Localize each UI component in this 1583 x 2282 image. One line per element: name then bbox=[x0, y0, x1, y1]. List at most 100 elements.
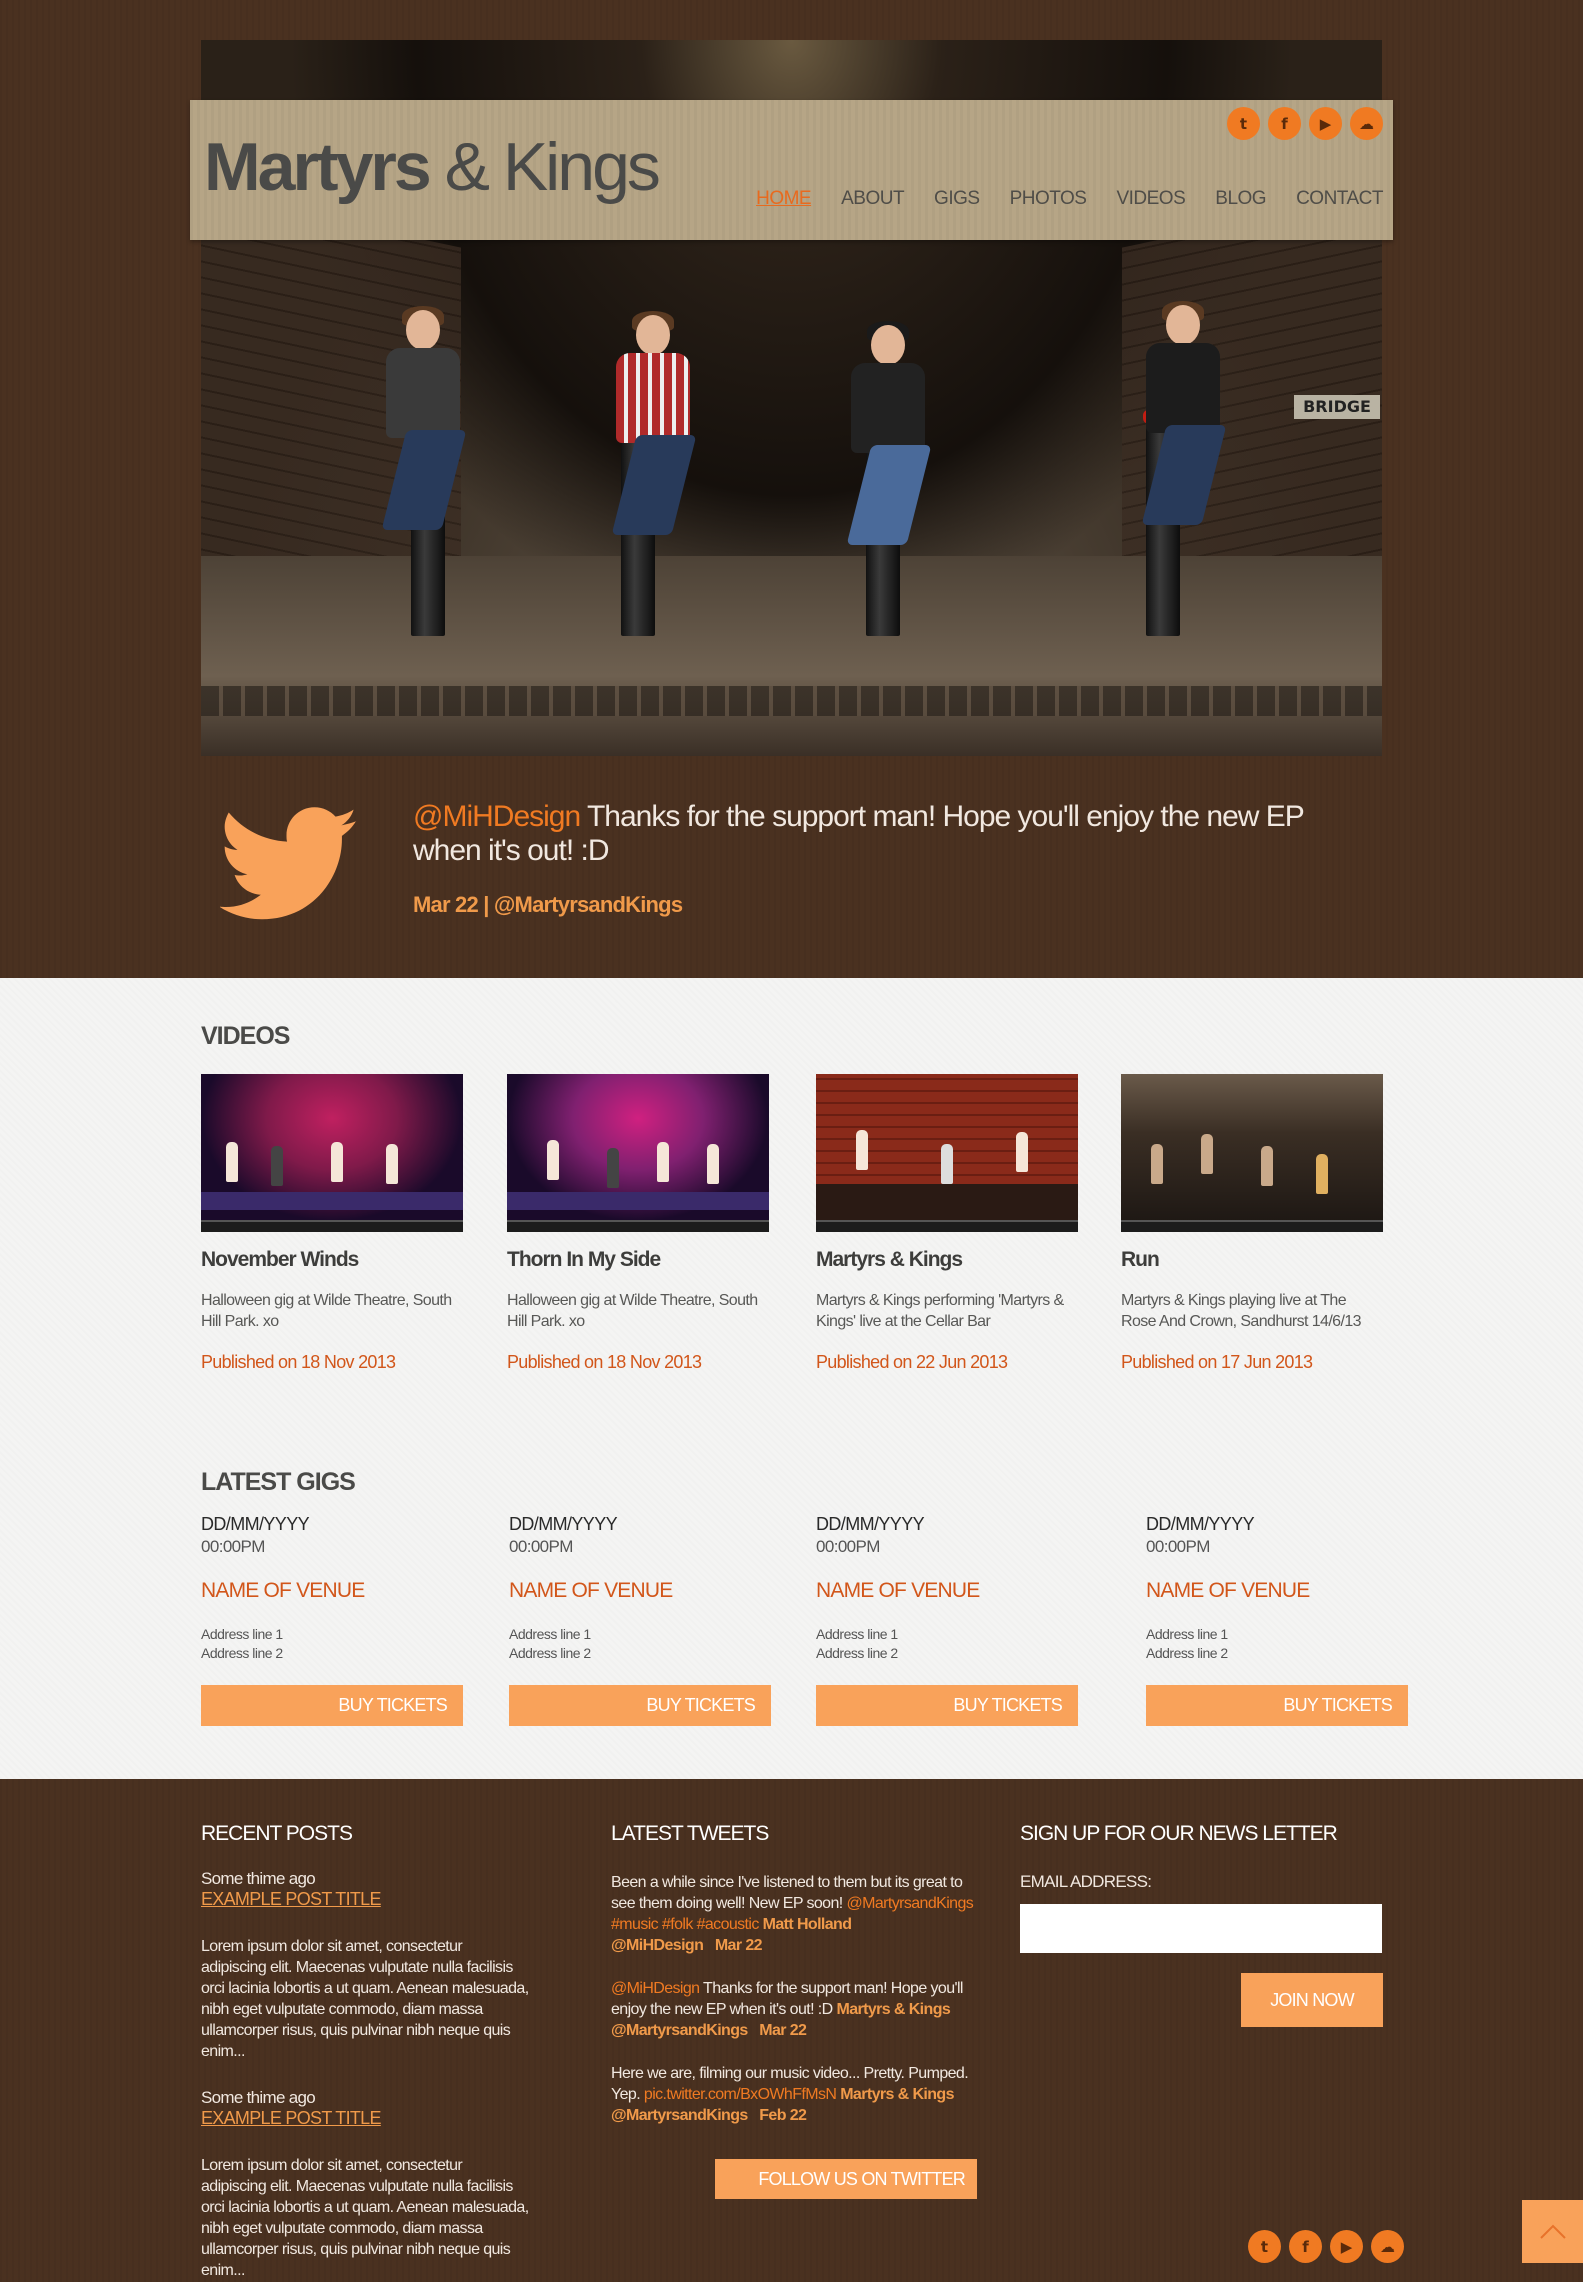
nav-about[interactable]: ABOUT bbox=[841, 188, 904, 210]
youtube-icon[interactable]: ▶ bbox=[1330, 2230, 1363, 2263]
gig-card: DD/MM/YYYY 00:00PM NAME OF VENUE Address… bbox=[201, 1514, 463, 1726]
soundcloud-icon[interactable]: ☁ bbox=[1371, 2230, 1404, 2263]
tweet-date[interactable]: Feb 22 bbox=[759, 2107, 807, 2124]
video-published-date: Published on 18 Nov 2013 bbox=[201, 1352, 396, 1372]
featured-tweet-text: @MiHDesign Thanks for the support man! H… bbox=[413, 800, 1373, 868]
gig-address-line-1: Address line 1 bbox=[1146, 1626, 1228, 1642]
gig-card: DD/MM/YYYY 00:00PM NAME OF VENUE Address… bbox=[1146, 1514, 1408, 1726]
facebook-icon[interactable]: f bbox=[1289, 2230, 1322, 2263]
gig-time: 00:00PM bbox=[509, 1537, 573, 1556]
gig-address-line-1: Address line 1 bbox=[816, 1626, 898, 1642]
nav-contact[interactable]: CONTACT bbox=[1296, 188, 1383, 210]
header-bar: Martyrs & Kings t f ▶ ☁ HOME ABOUT GIGS … bbox=[190, 100, 1393, 240]
video-card: November Winds Halloween gig at Wilde Th… bbox=[201, 1074, 463, 1373]
back-to-top-button[interactable] bbox=[1522, 2200, 1583, 2263]
featured-tweet-account[interactable]: @MartyrsandKings bbox=[494, 892, 683, 917]
gig-address-line-2: Address line 2 bbox=[1146, 1645, 1228, 1661]
featured-tweet-meta: Mar 22 | @MartyrsandKings bbox=[413, 892, 683, 918]
nav-gigs[interactable]: GIGS bbox=[934, 188, 980, 210]
band-member bbox=[841, 321, 932, 545]
gig-time: 00:00PM bbox=[201, 1537, 265, 1556]
tweet-item: Been a while since I've listened to them… bbox=[611, 1872, 981, 1956]
soundcloud-icon[interactable]: ☁ bbox=[1350, 107, 1383, 140]
gig-venue: NAME OF VENUE bbox=[509, 1579, 673, 1602]
gig-address: Address line 1 Address line 2 bbox=[201, 1625, 463, 1663]
post-excerpt: Lorem ipsum dolor sit amet, consectetur … bbox=[201, 1938, 529, 2060]
buy-tickets-button[interactable]: BUY TICKETS bbox=[1146, 1685, 1408, 1726]
band-member bbox=[376, 306, 467, 530]
featured-tweet-date: Mar 22 bbox=[413, 892, 479, 917]
video-thumbnail[interactable] bbox=[507, 1074, 769, 1232]
nav-home[interactable]: HOME bbox=[756, 188, 812, 210]
gig-address-line-2: Address line 2 bbox=[816, 1645, 898, 1661]
gig-address: Address line 1 Address line 2 bbox=[1146, 1625, 1408, 1663]
twitter-icon[interactable]: t bbox=[1227, 107, 1260, 140]
tweet-handle[interactable]: @MiHDesign bbox=[611, 1980, 700, 1997]
social-links-top: t f ▶ ☁ bbox=[1227, 107, 1383, 140]
join-now-button[interactable]: JOIN NOW bbox=[1241, 1973, 1383, 2027]
gig-address-line-2: Address line 2 bbox=[509, 1645, 591, 1661]
nav-blog[interactable]: BLOG bbox=[1215, 188, 1266, 210]
tweet-date[interactable]: Mar 22 bbox=[715, 1937, 763, 1954]
band-member bbox=[1136, 301, 1227, 525]
main-nav: HOME ABOUT GIGS PHOTOS VIDEOS BLOG CONTA… bbox=[756, 188, 1383, 210]
videos-section-title: VIDEOS bbox=[201, 1022, 290, 1050]
site-logo[interactable]: Martyrs & Kings bbox=[204, 128, 661, 206]
video-title[interactable]: Run bbox=[1121, 1248, 1383, 1272]
nav-photos[interactable]: PHOTOS bbox=[1010, 188, 1087, 210]
video-thumbnail[interactable] bbox=[201, 1074, 463, 1232]
video-description: Martyrs & Kings playing live at The Rose… bbox=[1121, 1292, 1362, 1330]
youtube-icon[interactable]: ▶ bbox=[1309, 107, 1342, 140]
tweet-link[interactable]: pic.twitter.com/BxOWhFfMsN bbox=[644, 2086, 837, 2103]
follow-twitter-button[interactable]: FOLLOW US ON TWITTER bbox=[715, 2159, 977, 2199]
gig-venue: NAME OF VENUE bbox=[1146, 1579, 1310, 1602]
gig-address: Address line 1 Address line 2 bbox=[509, 1625, 771, 1663]
video-title[interactable]: Thorn In My Side bbox=[507, 1248, 769, 1272]
gig-address-line-1: Address line 1 bbox=[509, 1626, 591, 1642]
post-time: Some thime ago bbox=[201, 2088, 316, 2107]
gig-venue: NAME OF VENUE bbox=[201, 1579, 365, 1602]
video-title[interactable]: November Winds bbox=[201, 1248, 463, 1272]
gig-date: DD/MM/YYYY bbox=[509, 1514, 618, 1534]
gig-date: DD/MM/YYYY bbox=[1146, 1514, 1255, 1534]
featured-tweet-separator: | bbox=[477, 892, 494, 917]
buy-tickets-button[interactable]: BUY TICKETS bbox=[201, 1685, 463, 1726]
chevron-up-icon bbox=[1539, 2224, 1566, 2239]
gig-time: 00:00PM bbox=[816, 1537, 880, 1556]
email-label: EMAIL ADDRESS: bbox=[1020, 1872, 1152, 1891]
logo-strong: Martyrs bbox=[204, 129, 432, 205]
tweet-date[interactable]: Mar 22 bbox=[759, 2022, 807, 2039]
facebook-icon[interactable]: f bbox=[1268, 107, 1301, 140]
top-section: BRIDGE Martyrs & Kings t f ▶ ☁ HOME ABOU… bbox=[0, 0, 1583, 978]
gig-date: DD/MM/YYYY bbox=[201, 1514, 310, 1534]
buy-tickets-button[interactable]: BUY TICKETS bbox=[816, 1685, 1078, 1726]
band-member bbox=[606, 311, 697, 535]
post-title-link[interactable]: EXAMPLE POST TITLE bbox=[201, 1889, 531, 1910]
tweet-item: Here we are, filming our music video... … bbox=[611, 2063, 981, 2126]
video-published-date: Published on 17 Jun 2013 bbox=[1121, 1352, 1313, 1372]
gig-card: DD/MM/YYYY 00:00PM NAME OF VENUE Address… bbox=[816, 1514, 1078, 1726]
twitter-icon[interactable]: t bbox=[1248, 2230, 1281, 2263]
video-card: Martyrs & Kings Martyrs & Kings performi… bbox=[816, 1074, 1078, 1373]
post-time: Some thime ago bbox=[201, 1869, 316, 1888]
video-card: Run Martyrs & Kings playing live at The … bbox=[1121, 1074, 1383, 1373]
tweet-item: @MiHDesign Thanks for the support man! H… bbox=[611, 1978, 981, 2041]
video-thumbnail[interactable] bbox=[816, 1074, 1078, 1232]
video-published-date: Published on 22 Jun 2013 bbox=[816, 1352, 1008, 1372]
footer: RECENT POSTS Some thime ago EXAMPLE POST… bbox=[0, 1779, 1583, 2282]
email-field[interactable] bbox=[1020, 1904, 1382, 1953]
post-title-link[interactable]: EXAMPLE POST TITLE bbox=[201, 2108, 531, 2129]
buy-tickets-button[interactable]: BUY TICKETS bbox=[509, 1685, 771, 1726]
featured-tweet-handle[interactable]: @MiHDesign bbox=[413, 800, 581, 833]
logo-light: & Kings bbox=[444, 129, 661, 205]
nav-videos[interactable]: VIDEOS bbox=[1116, 188, 1185, 210]
video-description: Martyrs & Kings performing 'Martyrs & Ki… bbox=[816, 1292, 1064, 1330]
middle-section: VIDEOS November Winds Halloween gig at W… bbox=[0, 978, 1583, 1779]
recent-posts-list: Some thime ago EXAMPLE POST TITLE Lorem … bbox=[201, 1869, 531, 2281]
video-description: Halloween gig at Wilde Theatre, South Hi… bbox=[201, 1292, 452, 1330]
video-title[interactable]: Martyrs & Kings bbox=[816, 1248, 1078, 1272]
latest-tweets-list: Been a while since I've listened to them… bbox=[611, 1872, 981, 2126]
gig-time: 00:00PM bbox=[1146, 1537, 1210, 1556]
video-thumbnail[interactable] bbox=[1121, 1074, 1383, 1232]
video-published-date: Published on 18 Nov 2013 bbox=[507, 1352, 702, 1372]
